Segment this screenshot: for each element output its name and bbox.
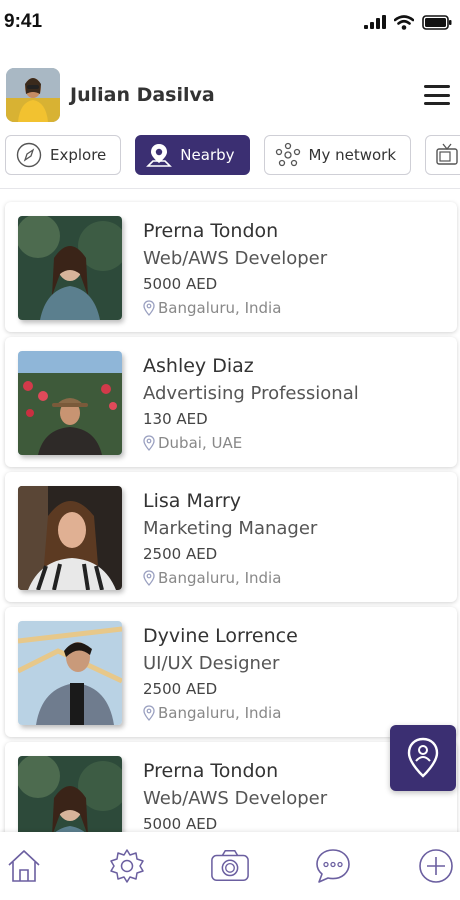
location-text: Bangaluru, India xyxy=(158,704,282,722)
person-price: 2500 AED xyxy=(143,545,218,563)
map-view-button[interactable] xyxy=(390,725,456,791)
location-pin-icon xyxy=(143,435,155,451)
filter-tabs: Explore Nearby My network xyxy=(5,135,460,175)
person-card[interactable]: Lisa Marry Marketing Manager 2500 AED Ba… xyxy=(5,472,457,602)
person-location: Bangaluru, India xyxy=(143,566,317,590)
person-name: Ashley Diaz xyxy=(143,355,254,377)
person-name: Dyvine Lorrence xyxy=(143,625,298,647)
nav-camera[interactable] xyxy=(210,846,250,886)
avatar-photo xyxy=(6,68,60,122)
camera-icon xyxy=(211,850,249,882)
home-icon xyxy=(8,850,40,882)
tv-icon xyxy=(434,142,460,168)
add-icon xyxy=(419,849,453,883)
person-price: 5000 AED xyxy=(143,275,218,293)
nav-home[interactable] xyxy=(4,846,44,886)
user-name: Julian Dasilva xyxy=(70,84,215,106)
location-text: Dubai, UAE xyxy=(158,434,243,452)
person-role: UI/UX Designer xyxy=(143,653,280,674)
person-role: Web/AWS Developer xyxy=(143,248,328,269)
profile-header: Julian Dasilva xyxy=(0,60,460,130)
location-text: Bangaluru, India xyxy=(158,569,282,587)
nav-chat[interactable] xyxy=(313,846,353,886)
person-price: 2500 AED xyxy=(143,680,218,698)
location-pin-icon xyxy=(143,570,155,586)
person-card[interactable]: Ashley Diaz Advertising Professional 130… xyxy=(5,337,457,467)
tab-label: Nearby xyxy=(180,146,235,164)
location-text: Bangaluru, India xyxy=(158,299,282,317)
status-bar: 9:41 xyxy=(0,0,460,44)
tab-label: My network xyxy=(308,146,397,164)
person-location: Dubai, UAE xyxy=(143,431,359,455)
wifi-icon xyxy=(394,14,414,30)
hamburger-menu-icon[interactable] xyxy=(424,85,450,105)
person-name: Lisa Marry xyxy=(143,490,242,512)
person-photo xyxy=(18,621,122,725)
person-role: Web/AWS Developer xyxy=(143,788,328,809)
person-location: Bangaluru, India xyxy=(143,701,298,725)
status-time: 9:41 xyxy=(4,11,43,32)
compass-icon xyxy=(16,142,42,168)
person-role: Advertising Professional xyxy=(143,383,359,404)
person-name: Prerna Tondon xyxy=(143,760,279,782)
tab-my-network[interactable]: My network xyxy=(263,135,412,175)
nav-settings[interactable] xyxy=(107,846,147,886)
person-card[interactable]: Prerna Tondon Web/AWS Developer 5000 AED… xyxy=(5,202,457,332)
battery-icon xyxy=(422,14,452,30)
person-photo xyxy=(18,351,122,455)
nav-add[interactable] xyxy=(416,846,456,886)
network-icon xyxy=(275,142,301,168)
chat-icon xyxy=(316,849,350,883)
avatar[interactable] xyxy=(6,68,60,122)
tab-nearby[interactable]: Nearby xyxy=(135,135,250,175)
location-user-icon xyxy=(407,737,439,778)
bottom-nav xyxy=(0,832,460,900)
person-name: Prerna Tondon xyxy=(143,220,279,242)
tab-tv[interactable] xyxy=(425,135,460,175)
person-price: 130 AED xyxy=(143,410,208,428)
signal-icon xyxy=(364,15,386,29)
person-card[interactable]: Dyvine Lorrence UI/UX Designer 2500 AED … xyxy=(5,607,457,737)
person-location: Bangaluru, India xyxy=(143,296,327,320)
tab-label: Explore xyxy=(50,146,107,164)
person-role: Marketing Manager xyxy=(143,518,318,539)
person-photo xyxy=(18,216,122,320)
divider xyxy=(0,188,460,189)
tab-explore[interactable]: Explore xyxy=(5,135,122,175)
settings-icon xyxy=(110,849,144,883)
person-photo xyxy=(18,486,122,590)
location-pin-icon xyxy=(143,300,155,316)
map-pin-icon xyxy=(146,142,173,168)
location-pin-icon xyxy=(143,705,155,721)
status-icons xyxy=(364,14,452,30)
